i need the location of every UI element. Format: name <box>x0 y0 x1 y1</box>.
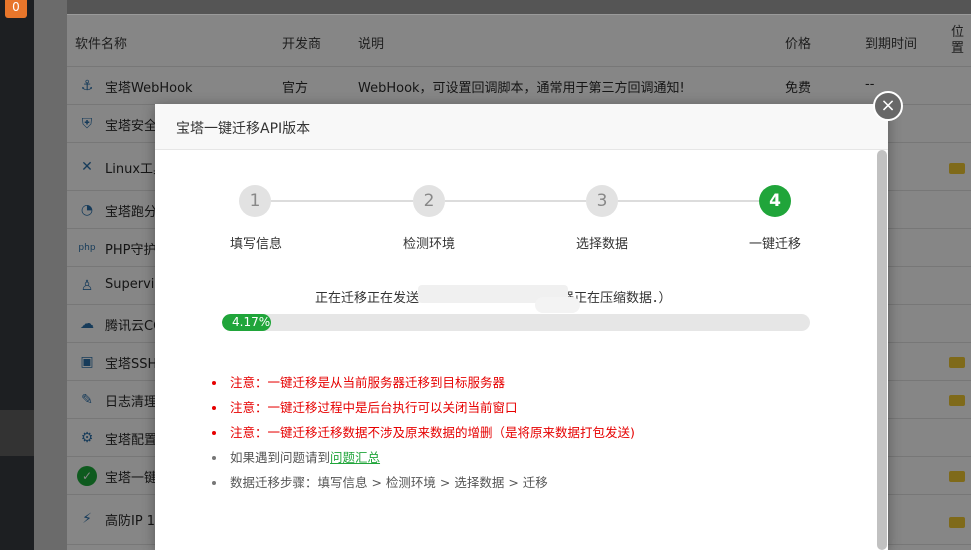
col-location-header: 位置 <box>951 25 965 56</box>
software-name: 宝塔SSH <box>105 357 158 372</box>
col-desc-header: 说明 <box>358 37 385 52</box>
redacted-area <box>535 297 580 313</box>
progress-label: 4.17% <box>232 315 271 329</box>
gauge-icon: ◔ <box>80 202 94 218</box>
folder-icon[interactable] <box>949 517 965 528</box>
software-name: 宝塔WebHook <box>105 81 193 96</box>
person-icon: ♙ <box>80 278 94 294</box>
migration-dialog: 宝塔一键迁移API版本 1 2 3 4 填写信息 检测环境 选择数据 一键迁移 … <box>155 104 888 550</box>
table-header: 软件名称 开发商 说明 价格 到期时间 位置 <box>67 15 971 67</box>
broom-icon: ✎ <box>81 392 93 408</box>
check-icon: ✓ <box>77 466 97 486</box>
step-connector <box>618 200 759 202</box>
software-vendor: 官方 <box>282 81 309 96</box>
dialog-scrollbar[interactable] <box>877 150 887 550</box>
settings-icon: ⚙ <box>80 430 94 446</box>
step-2-circle: 2 <box>413 185 445 217</box>
note-item: 如果遇到问题请到问题汇总 <box>203 449 635 474</box>
sidebar: 0 <box>0 0 34 550</box>
php-icon: php <box>78 243 96 253</box>
col-vendor-header: 开发商 <box>282 37 322 52</box>
step-2-label: 检测环境 <box>403 237 456 252</box>
tools-icon: ✕ <box>81 159 93 175</box>
software-name: 宝塔配置 <box>105 433 158 448</box>
status-prefix: 正在迁移正在发送 <box>315 291 420 306</box>
col-expire-header: 到期时间 <box>865 37 918 52</box>
folder-icon[interactable] <box>949 471 965 482</box>
table-row[interactable]: ⚓ 宝塔WebHook 官方 WebHook，可设置回调脚本，通常用于第三方回调… <box>67 67 971 105</box>
software-name: 日志清理 <box>105 395 158 410</box>
notification-badge[interactable]: 0 <box>5 0 27 18</box>
migration-progress-bar: 4.17% <box>222 314 810 331</box>
col-price-header: 价格 <box>785 37 812 52</box>
bolt-shield-icon: ⚡ <box>82 511 92 527</box>
terminal-icon: ▣ <box>80 354 94 370</box>
note-item: 注意：一键迁移迁移数据不涉及原来数据的增删（是将原来数据打包发送) <box>203 424 635 449</box>
close-icon[interactable]: × <box>873 91 903 121</box>
folder-icon[interactable] <box>949 395 965 406</box>
folder-icon[interactable] <box>949 163 965 174</box>
step-1-circle: 1 <box>239 185 271 217</box>
dialog-title: 宝塔一键迁移API版本 <box>155 104 888 150</box>
note-item: 注意：一键迁移是从当前服务器迁移到目标服务器 <box>203 374 635 399</box>
software-name: 宝塔跑分 <box>105 205 158 220</box>
cloud-icon: ☁ <box>80 316 94 332</box>
shield-icon: ⛨ <box>81 116 93 132</box>
notes-list: 注意：一键迁移是从当前服务器迁移到目标服务器 注意：一键迁移过程中是后台执行可以… <box>203 374 635 499</box>
step-3-label: 选择数据 <box>576 237 629 252</box>
software-desc: WebHook，可设置回调脚本，通常用于第三方回调通知! <box>358 81 685 96</box>
step-connector <box>445 200 586 202</box>
step-3-circle: 3 <box>586 185 618 217</box>
content-gutter <box>34 0 67 550</box>
software-name: Supervis <box>105 277 162 292</box>
software-price: 免费 <box>785 81 812 96</box>
anchor-icon: ⚓ <box>80 78 94 94</box>
sidebar-selected-item[interactable] <box>0 410 34 456</box>
note-item: 数据迁移步骤：填写信息 > 检测环境 > 选择数据 > 迁移 <box>203 474 635 499</box>
note-item: 注意：一键迁移过程中是后台执行可以关闭当前窗口 <box>203 399 635 424</box>
col-name-header: 软件名称 <box>75 37 128 52</box>
step-4-label: 一键迁移 <box>749 237 802 252</box>
step-connector <box>271 200 413 202</box>
step-4-circle: 4 <box>759 185 791 217</box>
software-name: 宝塔安全 <box>105 119 158 134</box>
software-name: 宝塔一键 <box>105 471 158 486</box>
step-1-label: 填写信息 <box>230 237 283 252</box>
software-name: 高防IP 1. <box>105 514 160 529</box>
faq-link[interactable]: 问题汇总 <box>330 450 380 465</box>
folder-icon[interactable] <box>949 357 965 368</box>
software-expire: -- <box>865 77 875 92</box>
software-name: PHP守护 <box>105 243 157 258</box>
